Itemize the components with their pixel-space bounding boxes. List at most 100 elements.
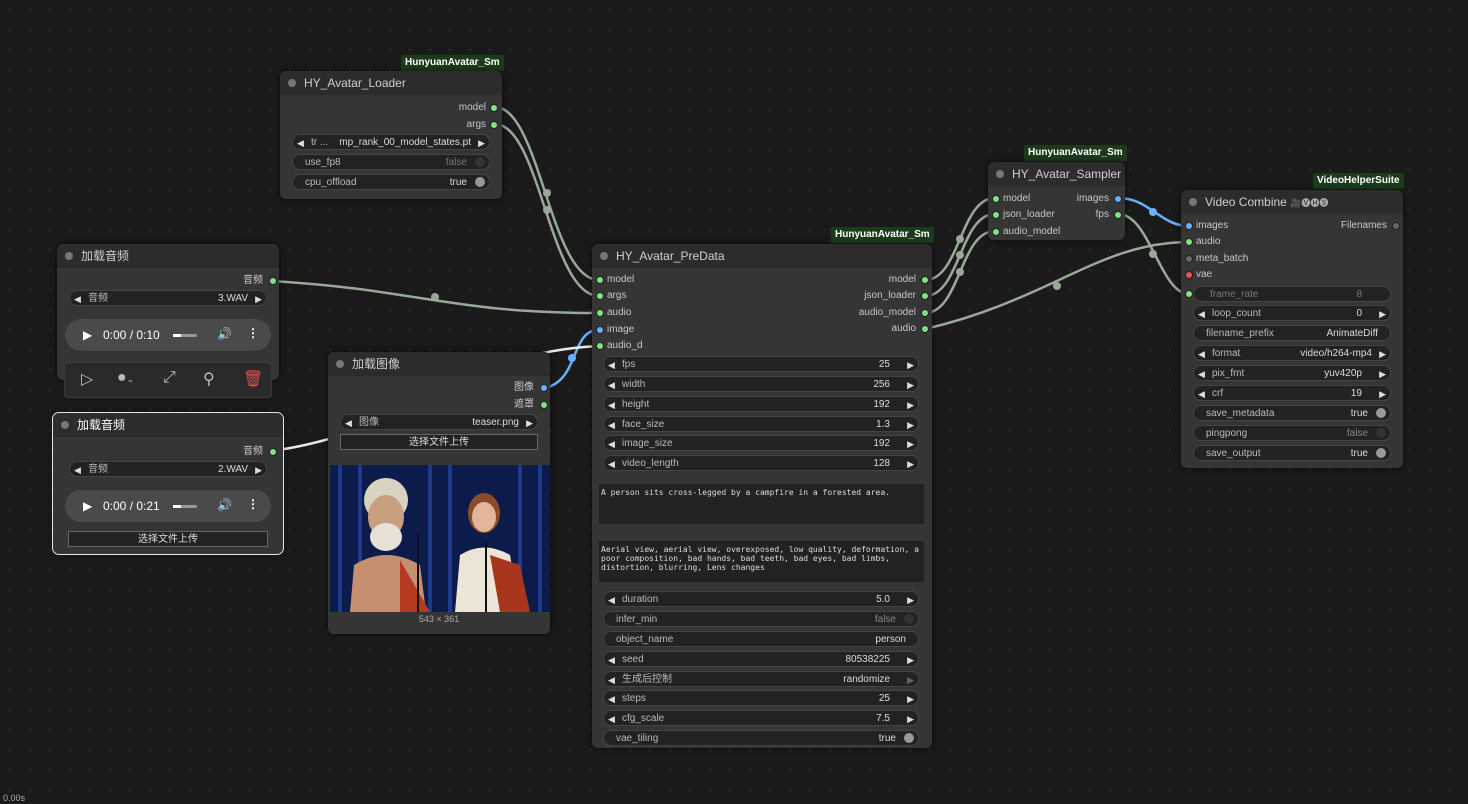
image-combo[interactable]: ◀ 图像 teaser.png ▶ bbox=[340, 414, 538, 430]
audio2-output-slot[interactable] bbox=[269, 448, 277, 456]
seed-widget[interactable]: ◀ seed 80538225 ▶ bbox=[603, 651, 919, 667]
mask-output-slot[interactable] bbox=[540, 401, 548, 409]
more-icon[interactable]: ⋮ bbox=[247, 497, 259, 511]
delete-icon[interactable]: 🗑 bbox=[243, 369, 263, 389]
input-model-slot[interactable] bbox=[596, 276, 604, 284]
more-icon[interactable]: ⋮ bbox=[247, 326, 259, 340]
input-images-slot[interactable] bbox=[1185, 222, 1193, 230]
loop-count-widget[interactable]: ◀ loop_count 0 ▶ bbox=[1193, 305, 1391, 321]
input-model-slot[interactable] bbox=[992, 195, 1000, 203]
negative-prompt-textarea[interactable]: Aerial view, aerial view, overexposed, l… bbox=[599, 541, 924, 582]
output-audio-slot[interactable] bbox=[921, 325, 929, 333]
crf-widget[interactable]: ◀ crf 19 ▶ bbox=[1193, 385, 1391, 401]
frame-rate-widget[interactable]: frame_rate 8 bbox=[1193, 286, 1391, 302]
collapse-dot-icon[interactable] bbox=[996, 170, 1004, 178]
input-model: model bbox=[607, 274, 635, 285]
input-image-slot[interactable] bbox=[596, 326, 604, 334]
tr-combo[interactable]: ◀ tr ... mp_rank_00_model_states.pt ▶ bbox=[292, 134, 490, 150]
video-combine-node[interactable]: Video Combine 🎥🅥🅗🅢 images audio meta_bat… bbox=[1181, 190, 1403, 468]
audio2-combo[interactable]: ◀ 音频 2.WAV ▶ bbox=[69, 461, 267, 477]
input-audio-d-slot[interactable] bbox=[596, 342, 604, 350]
save-output-toggle[interactable]: save_output true bbox=[1193, 445, 1391, 461]
collapse-dot-icon[interactable] bbox=[61, 421, 69, 429]
image-title[interactable]: 加载图像 bbox=[328, 352, 550, 376]
format-combo[interactable]: ◀ format video/h264-mp4 ▶ bbox=[1193, 345, 1391, 361]
height-widget[interactable]: ◀ height 192 ▶ bbox=[603, 396, 919, 412]
output-audio-model-slot[interactable] bbox=[921, 309, 929, 317]
sampler-title[interactable]: HY_Avatar_Sampler bbox=[988, 162, 1125, 186]
input-audio-model: audio_model bbox=[1003, 226, 1061, 237]
volume-icon[interactable]: 🔊 bbox=[217, 498, 232, 512]
output-fps-slot[interactable] bbox=[1114, 211, 1122, 219]
audio1-title[interactable]: 加载音频 bbox=[57, 244, 279, 268]
sampler-node[interactable]: HY_Avatar_Sampler model json_loader audi… bbox=[988, 162, 1125, 240]
output-model: model bbox=[458, 102, 486, 113]
output-json-loader-slot[interactable] bbox=[921, 292, 929, 300]
combine-title[interactable]: Video Combine 🎥🅥🅗🅢 bbox=[1181, 190, 1403, 214]
face-size-widget[interactable]: ◀ face_size 1.3 ▶ bbox=[603, 416, 919, 432]
collapse-dot-icon[interactable] bbox=[336, 360, 344, 368]
pix-fmt-combo[interactable]: ◀ pix_fmt yuv420p ▶ bbox=[1193, 365, 1391, 381]
loader-node[interactable]: HY_Avatar_Loader model args ◀ tr ... mp_ra… bbox=[280, 71, 502, 199]
collapse-dot-icon[interactable] bbox=[288, 79, 296, 87]
audio1-player[interactable]: ▶ 0:00 / 0:10 🔊 ⋮ bbox=[65, 319, 271, 351]
input-audio-model-slot[interactable] bbox=[992, 228, 1000, 236]
loader-title[interactable]: HY_Avatar_Loader bbox=[280, 71, 502, 95]
duration-widget[interactable]: ◀ duration 5.0 ▶ bbox=[603, 591, 919, 607]
image-output-slot[interactable] bbox=[540, 384, 548, 392]
steps-widget[interactable]: ◀ steps 25 ▶ bbox=[603, 690, 919, 706]
output-filenames-slot[interactable] bbox=[1392, 222, 1400, 230]
output-args-slot[interactable] bbox=[490, 121, 498, 129]
infer-min-toggle[interactable]: infer_min false bbox=[603, 611, 919, 627]
load-audio-node-2[interactable]: 加载音频 音频 ◀ 音频 2.WAV ▶ ▶ 0:00 / 0:21 🔊 ⋮ 选择文件… bbox=[52, 412, 284, 555]
collapse-dot-icon[interactable] bbox=[65, 252, 73, 260]
width-widget[interactable]: ◀ width 256 ▶ bbox=[603, 376, 919, 392]
audio2-player[interactable]: ▶ 0:00 / 0:21 🔊 ⋮ bbox=[65, 490, 271, 522]
wire-sampler-fps bbox=[1117, 212, 1190, 296]
predata-node[interactable]: HY_Avatar_PreData model args audio image… bbox=[592, 244, 932, 748]
output-images-slot[interactable] bbox=[1114, 195, 1122, 203]
color-circle-icon[interactable]: ●⌄ bbox=[117, 369, 134, 387]
audio2-title[interactable]: 加载音频 bbox=[53, 413, 283, 437]
frame-rate-input-slot[interactable] bbox=[1185, 290, 1193, 298]
cpu-offload-toggle[interactable]: cpu_offload true bbox=[292, 174, 490, 190]
audio1-output-slot[interactable] bbox=[269, 277, 277, 285]
progress-bar[interactable] bbox=[173, 334, 197, 337]
load-image-node[interactable]: 加载图像 图像 遮罩 ◀ 图像 teaser.png ▶ 选择文件上传 543 × 3… bbox=[328, 352, 550, 634]
input-args-slot[interactable] bbox=[596, 292, 604, 300]
control-after-generate-combo[interactable]: ◀ 生成后控制 randomize ▶ bbox=[603, 671, 919, 687]
vae-tiling-toggle[interactable]: vae_tiling true bbox=[603, 730, 919, 746]
collapse-dot-icon[interactable] bbox=[600, 252, 608, 260]
input-json-loader-slot[interactable] bbox=[992, 211, 1000, 219]
input-vae-slot[interactable] bbox=[1185, 271, 1193, 279]
pingpong-toggle[interactable]: pingpong false bbox=[1193, 425, 1391, 441]
audio1-combo[interactable]: ◀ 音频 3.WAV ▶ bbox=[69, 290, 267, 306]
prompt-textarea[interactable]: A person sits cross-legged by a campfire… bbox=[599, 484, 924, 524]
image-upload-button[interactable]: 选择文件上传 bbox=[340, 434, 538, 450]
fps-widget[interactable]: ◀ fps 25 ▶ bbox=[603, 356, 919, 372]
load-audio-node-1[interactable]: 加载音频 音频 ◀ 音频 3.WAV ▶ ▶ 0:00 / 0:10 🔊 ⋮ bbox=[57, 244, 279, 380]
audio2-upload-button[interactable]: 选择文件上传 bbox=[68, 531, 268, 547]
save-metadata-toggle[interactable]: save_metadata true bbox=[1193, 405, 1391, 421]
play-icon[interactable]: ▶ bbox=[83, 499, 92, 513]
input-audio-slot[interactable] bbox=[596, 309, 604, 317]
use-fp8-toggle[interactable]: use_fp8 false bbox=[292, 154, 490, 170]
cfg-scale-widget[interactable]: ◀ cfg_scale 7.5 ▶ bbox=[603, 710, 919, 726]
input-audio-slot[interactable] bbox=[1185, 238, 1193, 246]
pin-icon[interactable]: ⚲ bbox=[203, 369, 215, 389]
play-outline-icon[interactable]: ▷ bbox=[81, 369, 93, 389]
filename-prefix-widget[interactable]: filename_prefix AnimateDiff bbox=[1193, 325, 1391, 341]
bypass-icon[interactable]: ⤢ bbox=[163, 369, 176, 387]
video-length-widget[interactable]: ◀ video_length 128 ▶ bbox=[603, 455, 919, 471]
input-vae: vae bbox=[1196, 269, 1213, 280]
image-size-widget[interactable]: ◀ image_size 192 ▶ bbox=[603, 435, 919, 451]
output-model-slot[interactable] bbox=[490, 104, 498, 112]
progress-bar[interactable] bbox=[173, 505, 197, 508]
collapse-dot-icon[interactable] bbox=[1189, 198, 1197, 206]
play-icon[interactable]: ▶ bbox=[83, 328, 92, 342]
volume-icon[interactable]: 🔊 bbox=[217, 327, 232, 341]
input-meta-batch-slot[interactable] bbox=[1185, 255, 1193, 263]
output-model-slot[interactable] bbox=[921, 276, 929, 284]
predata-title[interactable]: HY_Avatar_PreData bbox=[592, 244, 932, 268]
object-name-widget[interactable]: object_name person bbox=[603, 631, 919, 647]
